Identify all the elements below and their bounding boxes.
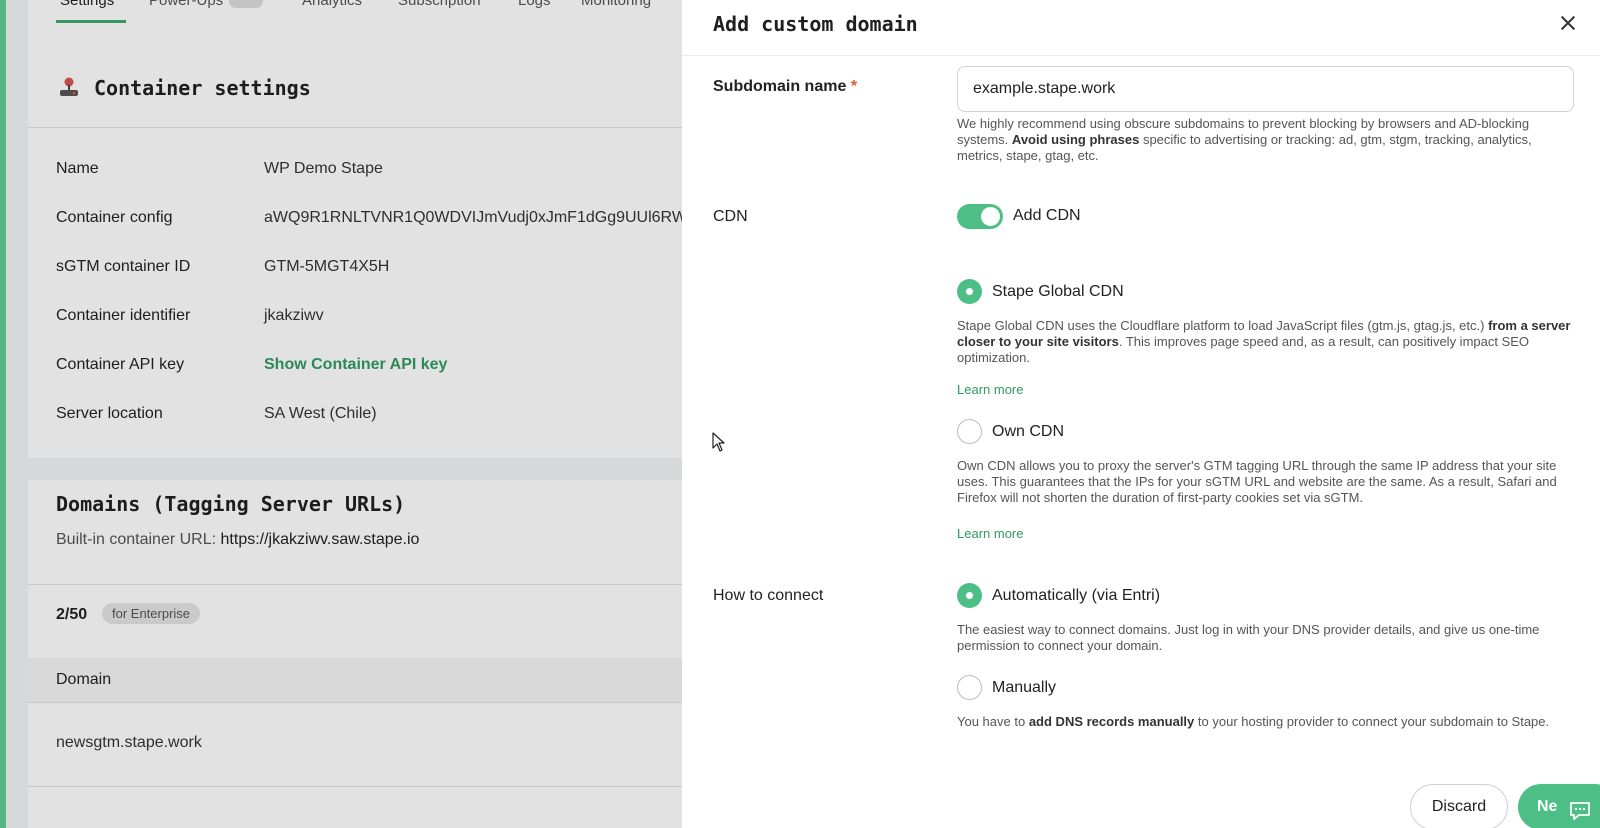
chat-icon xyxy=(1570,802,1590,820)
drawer-header-divider xyxy=(682,55,1600,56)
stape-global-cdn-radio[interactable] xyxy=(957,279,982,304)
manual-desc-2: to your hosting provider to connect your… xyxy=(1197,714,1550,729)
connect-manually-label[interactable]: Manually xyxy=(992,679,1056,697)
learn-more-own-cdn-link[interactable]: Learn more xyxy=(957,526,1023,541)
close-icon[interactable] xyxy=(1559,14,1577,32)
subdomain-help: We highly recommend using obscure subdom… xyxy=(957,116,1574,164)
drawer-title: Add custom domain xyxy=(713,12,918,36)
add-cdn-toggle[interactable] xyxy=(957,204,1003,229)
connect-automatically-radio[interactable] xyxy=(957,583,982,608)
subdomain-label: Subdomain name * xyxy=(713,78,857,96)
connect-automatically-label[interactable]: Automatically (via Entri) xyxy=(992,587,1160,605)
discard-button[interactable]: Discard xyxy=(1410,784,1508,828)
cdn-label: CDN xyxy=(713,208,748,225)
subdomain-input[interactable] xyxy=(957,66,1574,112)
how-to-connect-label: How to connect xyxy=(713,587,824,604)
own-cdn-desc: Own CDN allows you to proxy the server's… xyxy=(957,458,1557,505)
stape-global-cdn-desc: Stape Global CDN uses the Cloudflare pla… xyxy=(957,318,1574,366)
add-custom-domain-drawer: Add custom domain Subdomain name * We hi… xyxy=(682,0,1600,828)
connect-manually-radio[interactable] xyxy=(957,675,982,700)
mouse-cursor-icon xyxy=(712,432,725,452)
manual-desc-bold: add DNS records manually xyxy=(1028,714,1195,729)
manual-desc-1: You have to xyxy=(957,714,1026,729)
connect-automatically-desc: The easiest way to connect domains. Just… xyxy=(957,622,1540,653)
own-cdn-label[interactable]: Own CDN xyxy=(992,423,1064,441)
own-cdn-radio[interactable] xyxy=(957,419,982,444)
connect-manually-desc: You have to add DNS records manually to … xyxy=(957,714,1574,730)
subdomain-help-bold: Avoid using phrases xyxy=(1011,132,1140,147)
learn-more-stape-cdn-link[interactable]: Learn more xyxy=(957,382,1023,397)
subdomain-label-text: Subdomain name xyxy=(713,78,847,95)
required-marker: * xyxy=(850,78,858,95)
chat-button[interactable] xyxy=(1556,788,1600,828)
add-cdn-label: Add CDN xyxy=(1013,207,1081,224)
stape-cdn-desc-1: Stape Global CDN uses the Cloudflare pla… xyxy=(957,318,1485,333)
stape-global-cdn-label[interactable]: Stape Global CDN xyxy=(992,283,1124,301)
modal-backdrop[interactable] xyxy=(0,0,682,828)
